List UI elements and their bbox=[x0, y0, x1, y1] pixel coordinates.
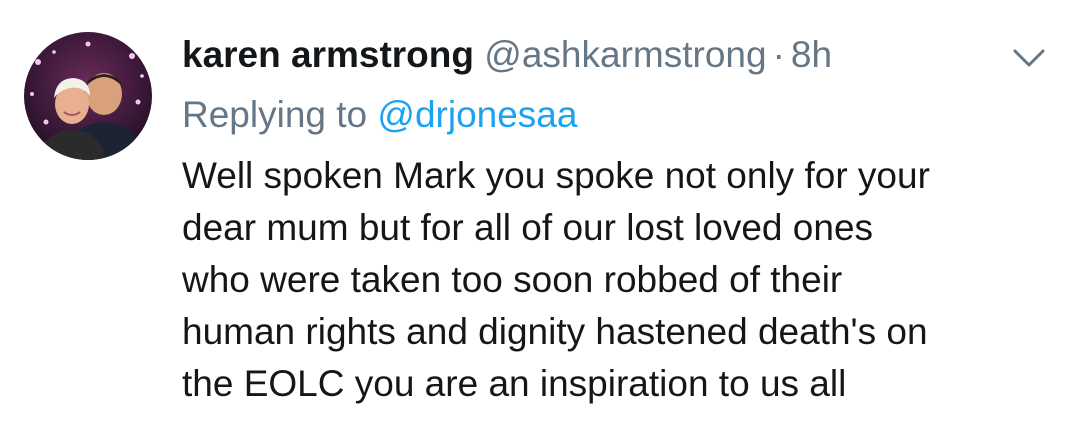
tweet-header: karen armstrong @ashkarmstrong · 8h bbox=[182, 30, 832, 80]
tweet-body-line: the EOLC you are an inspiration to us al… bbox=[182, 363, 847, 404]
replying-to-handle[interactable]: @drjonesaa bbox=[377, 94, 577, 135]
timestamp[interactable]: 8h bbox=[791, 34, 832, 75]
author-name[interactable]: karen armstrong bbox=[182, 34, 474, 75]
replying-to: Replying to @drjonesaa bbox=[182, 90, 577, 140]
replying-prefix: Replying to bbox=[182, 94, 368, 135]
avatar[interactable] bbox=[24, 32, 152, 160]
tweet-body: Well spoken Mark you spoke not only for … bbox=[182, 150, 1062, 410]
tweet-body-line: human rights and dignity hastened death'… bbox=[182, 311, 928, 352]
tweet-body-line: who were taken too soon robbed of their bbox=[182, 259, 843, 300]
tweet-body-line: Well spoken Mark you spoke not only for … bbox=[182, 155, 930, 196]
separator-dot: · bbox=[772, 34, 785, 75]
author-handle[interactable]: @ashkarmstrong bbox=[484, 34, 766, 75]
avatar-image bbox=[24, 32, 152, 160]
tweet-body-line: dear mum but for all of our lost loved o… bbox=[182, 207, 874, 248]
chevron-down-icon[interactable] bbox=[1012, 46, 1046, 70]
tweet[interactable]: karen armstrong @ashkarmstrong · 8h Replyi… bbox=[0, 0, 1080, 442]
